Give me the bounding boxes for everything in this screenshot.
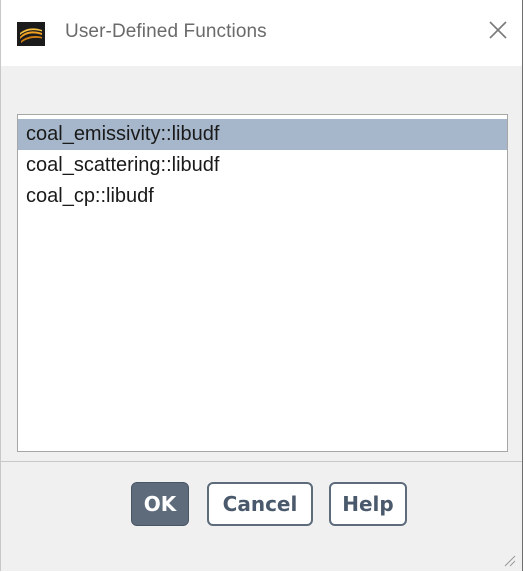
resize-grip-icon[interactable] [502, 553, 516, 567]
close-button[interactable] [478, 12, 518, 52]
title-bar[interactable]: User-Defined Functions [1, 0, 522, 66]
user-defined-functions-dialog: User-Defined Functions coal_emissivity::… [0, 0, 523, 571]
help-button[interactable]: Help [329, 482, 407, 526]
window-title: User-Defined Functions [65, 21, 267, 42]
button-separator [1, 461, 522, 462]
list-item[interactable]: coal_emissivity::libudf [18, 119, 507, 150]
functions-listbox[interactable]: coal_emissivity::libudf coal_scattering:… [17, 114, 508, 452]
ok-button[interactable]: OK [131, 482, 189, 526]
close-icon [488, 20, 508, 45]
list-item[interactable]: coal_cp::libudf [18, 181, 507, 212]
list-item[interactable]: coal_scattering::libudf [18, 150, 507, 181]
dialog-content: coal_emissivity::libudf coal_scattering:… [1, 66, 522, 571]
cancel-button[interactable]: Cancel [207, 482, 313, 526]
app-logo-icon [17, 22, 45, 46]
